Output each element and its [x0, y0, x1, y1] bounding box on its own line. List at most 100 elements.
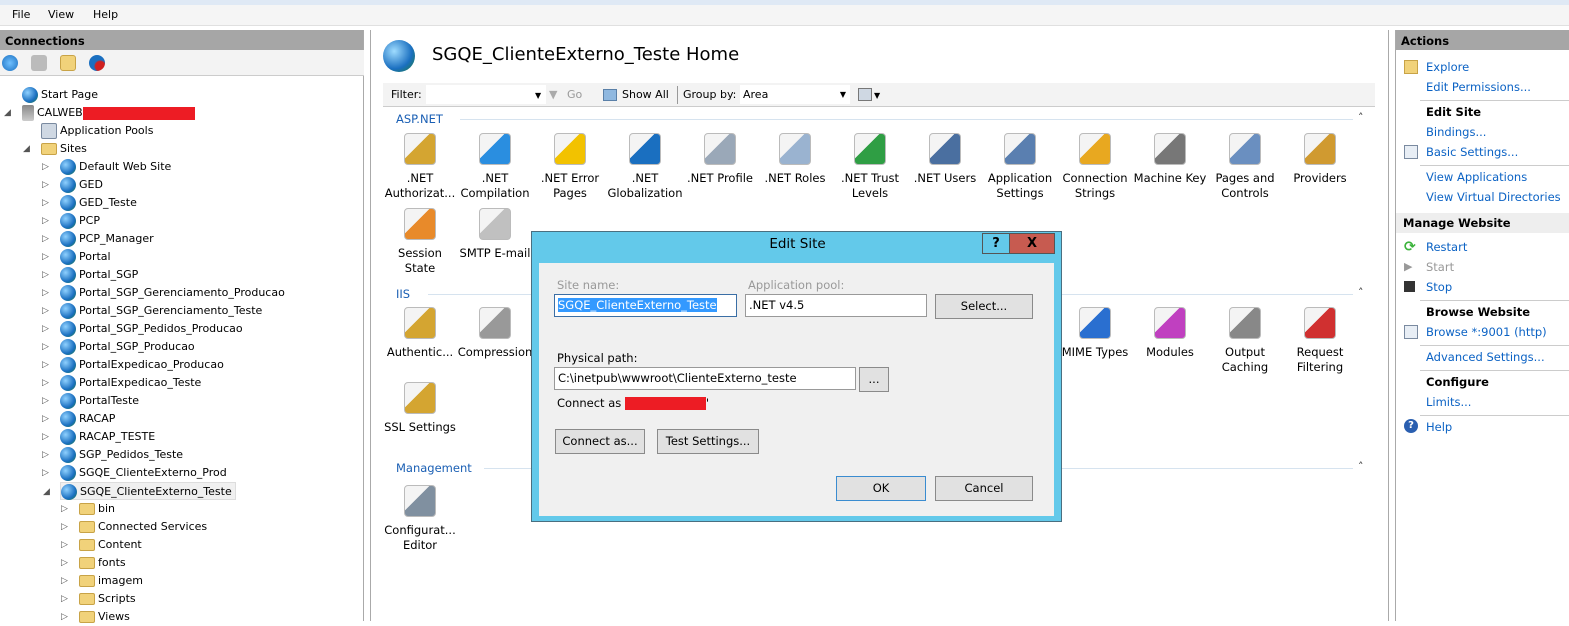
view-mode-dropdown-icon[interactable]: ▼ — [874, 91, 880, 100]
expand-toggle-icon[interactable]: ▷ — [61, 554, 71, 572]
expand-toggle-icon[interactable]: ▷ — [42, 158, 52, 176]
tree-item-site[interactable]: ▷ PortalExpedicao_Producao — [42, 356, 224, 374]
filter-input[interactable] — [426, 85, 546, 104]
physical-path-input[interactable]: C:\inetpub\wwwroot\ClienteExterno_teste — [554, 367, 856, 390]
connect-globe-icon[interactable] — [2, 55, 18, 71]
cancel-button[interactable]: Cancel — [935, 476, 1033, 501]
feature-envelope[interactable]: SMTP E-mail — [457, 208, 533, 261]
expand-toggle-icon[interactable]: ◢ — [43, 483, 53, 501]
tree-item-folder[interactable]: ▷ fonts — [61, 554, 126, 572]
test-settings-button[interactable]: Test Settings... — [657, 429, 759, 454]
expand-toggle-icon[interactable]: ▷ — [61, 608, 71, 626]
expand-toggle-icon[interactable]: ▷ — [42, 302, 52, 320]
tree-item-folder[interactable]: ▷ Views — [61, 608, 130, 626]
feature-arrows-modules[interactable]: Modules — [1132, 307, 1208, 360]
feature-page-grid[interactable]: Pages and Controls — [1207, 133, 1283, 201]
section-header-aspnet[interactable]: ASP.NET — [396, 112, 443, 126]
dialog-close-button[interactable]: X — [1009, 233, 1055, 254]
feature-user-diamond[interactable]: Session State — [382, 208, 458, 276]
expand-toggle-icon[interactable]: ▷ — [42, 230, 52, 248]
tree-item-site[interactable]: ▷ GED_Teste — [42, 194, 137, 212]
tree-item-start-page[interactable]: Start Page — [22, 86, 98, 104]
feature-globe[interactable]: .NET Globalization — [607, 133, 683, 201]
feature-checklist[interactable]: Application Settings — [982, 133, 1058, 201]
select-app-pool-button[interactable]: Select... — [935, 294, 1033, 319]
tree-item-site[interactable]: ▷ Portal_SGP_Gerenciamento_Teste — [42, 302, 262, 320]
filter-dropdown-icon[interactable]: ▼ — [535, 91, 541, 100]
feature-clamp[interactable]: Compression — [457, 307, 533, 360]
section-header-iis[interactable]: IIS — [396, 287, 410, 301]
tree-item-site[interactable]: ▷ RACAP_TESTE — [42, 428, 155, 446]
tree-item-site[interactable]: ▷ Portal — [42, 248, 111, 266]
feature-profile-card[interactable]: .NET Profile — [682, 133, 758, 186]
disconnect-icon[interactable] — [89, 55, 105, 71]
action-help[interactable]: Help — [1426, 420, 1452, 434]
expand-toggle-icon[interactable]: ▷ — [42, 320, 52, 338]
tree-item-site[interactable]: ◢ SGQE_ClienteExterno_Teste — [43, 482, 236, 500]
section-header-management[interactable]: Management — [396, 461, 472, 475]
feature-user[interactable]: .NET Users — [907, 133, 983, 186]
tree-item-folder[interactable]: ▷ Connected Services — [61, 518, 207, 536]
action-edit-permissions[interactable]: Edit Permissions... — [1426, 80, 1531, 94]
menu-file[interactable]: File — [12, 8, 30, 21]
feature-padlock[interactable]: SSL Settings — [382, 382, 458, 435]
tree-item-site[interactable]: ▷ RACAP — [42, 410, 115, 428]
feature-document-filter[interactable]: Request Filtering — [1282, 307, 1358, 375]
menu-help[interactable]: Help — [93, 8, 118, 21]
action-restart[interactable]: Restart — [1426, 240, 1467, 254]
group-by-select[interactable]: Area ▼ — [740, 85, 850, 104]
action-view-applications[interactable]: View Applications — [1426, 170, 1527, 184]
tree-item-folder[interactable]: ▷ bin — [61, 500, 115, 518]
up-folder-icon[interactable] — [60, 55, 76, 71]
feature-warning-404[interactable]: .NET Error Pages — [532, 133, 608, 201]
tree-item-site[interactable]: ▷ PCP_Manager — [42, 230, 154, 248]
tree-item-site[interactable]: ▷ Portal_SGP_Producao — [42, 338, 195, 356]
tree-item-server[interactable]: ◢ CALWEB — [4, 104, 195, 122]
go-button[interactable]: Go — [567, 88, 582, 101]
feature-globe-check[interactable]: .NET Trust Levels — [832, 133, 908, 201]
expand-toggle-icon[interactable]: ▷ — [42, 194, 52, 212]
collapse-section-icon[interactable]: ˄ — [1358, 286, 1364, 299]
expand-toggle-icon[interactable]: ◢ — [4, 104, 14, 122]
view-mode-icon[interactable] — [858, 88, 872, 101]
action-view-virtual-directories[interactable]: View Virtual Directories — [1426, 190, 1561, 204]
tree-item-folder[interactable]: ▷ imagem — [61, 572, 143, 590]
tree-item-site[interactable]: ▷ GED — [42, 176, 103, 194]
feature-download-stack[interactable]: .NET Compilation — [457, 133, 533, 201]
expand-toggle-icon[interactable]: ▷ — [42, 212, 52, 230]
feature-user-lock[interactable]: Authentic... — [382, 307, 458, 360]
tree-item-site[interactable]: ▷ PortalTeste — [42, 392, 139, 410]
action-limits[interactable]: Limits... — [1426, 395, 1471, 409]
manage-website-heading[interactable]: Manage Website — [1396, 213, 1569, 233]
action-bindings[interactable]: Bindings... — [1426, 125, 1486, 139]
action-stop[interactable]: Stop — [1426, 280, 1452, 294]
tree-item-site[interactable]: ▷ Default Web Site — [42, 158, 171, 176]
save-icon[interactable] — [31, 55, 47, 71]
expand-toggle-icon[interactable]: ▷ — [42, 248, 52, 266]
tree-item-site[interactable]: ▷ PortalExpedicao_Teste — [42, 374, 201, 392]
expand-toggle-icon[interactable]: ▷ — [42, 266, 52, 284]
expand-toggle-icon[interactable]: ▷ — [42, 392, 52, 410]
expand-toggle-icon[interactable]: ▷ — [61, 572, 71, 590]
feature-users-db[interactable]: Providers — [1282, 133, 1358, 186]
dialog-help-button[interactable]: ? — [982, 233, 1010, 254]
expand-toggle-icon[interactable]: ◢ — [23, 140, 33, 158]
tree-item-site[interactable]: ▷ SGQE_ClienteExterno_Prod — [42, 464, 227, 482]
expand-toggle-icon[interactable]: ▷ — [42, 356, 52, 374]
tree-item-application-pools[interactable]: Application Pools — [41, 122, 153, 140]
feature-config-document[interactable]: Configurat... Editor — [382, 485, 458, 553]
expand-toggle-icon[interactable]: ▷ — [42, 374, 52, 392]
action-start[interactable]: Start — [1426, 260, 1454, 274]
browse-path-button[interactable]: ... — [859, 367, 889, 392]
expand-toggle-icon[interactable]: ▷ — [42, 428, 52, 446]
expand-toggle-icon[interactable]: ▷ — [61, 500, 71, 518]
expand-toggle-icon[interactable]: ▷ — [61, 536, 71, 554]
tree-item-folder[interactable]: ▷ Scripts — [61, 590, 136, 608]
feature-lock-document[interactable]: .NET Authorizat... — [382, 133, 458, 201]
feature-server-key[interactable]: Machine Key — [1132, 133, 1208, 186]
tree-item-sites[interactable]: ◢ Sites — [23, 140, 87, 158]
tree-item-site[interactable]: ▷ Portal_SGP_Pedidos_Producao — [42, 320, 243, 338]
expand-toggle-icon[interactable]: ▷ — [42, 284, 52, 302]
tree-item-site[interactable]: ▷ Portal_SGP — [42, 266, 138, 284]
action-basic-settings[interactable]: Basic Settings... — [1426, 145, 1518, 159]
